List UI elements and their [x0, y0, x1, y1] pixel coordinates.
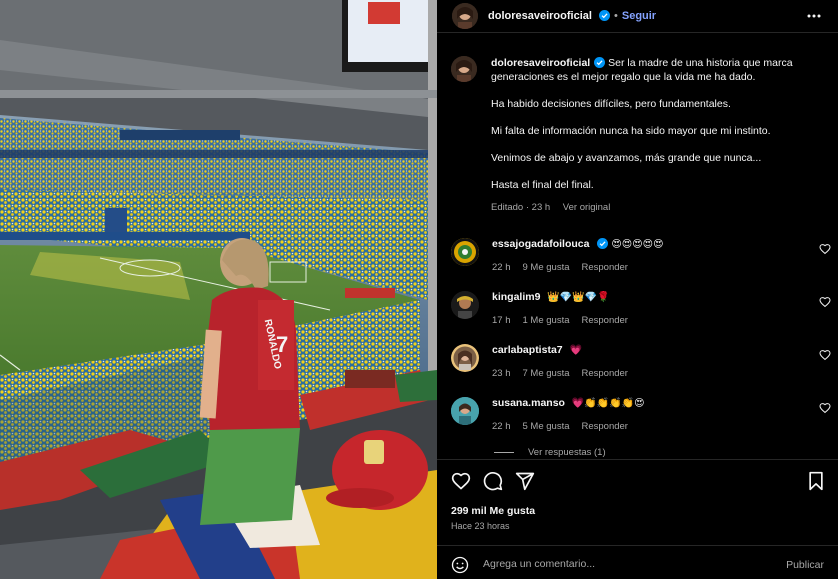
more-icon[interactable]	[806, 8, 822, 24]
caption-line-1: doloresaveirooficial Ser la madre de una…	[491, 56, 821, 84]
comment-body: carlabaptista7 💗 23 h 7 Me gusta Responder	[492, 344, 831, 379]
verified-badge-icon	[597, 238, 609, 249]
heart-outline-icon[interactable]	[819, 296, 831, 308]
comment-username[interactable]: carlabaptista7	[492, 344, 563, 356]
edited-timestamp: Editado · 23 h	[491, 202, 551, 213]
comment-avatar[interactable]	[451, 344, 479, 372]
comment-avatar-image	[451, 344, 479, 372]
comment-username[interactable]: kingalim9	[492, 291, 540, 303]
author-username-text: doloresaveirooficial	[488, 10, 592, 22]
bookmark-icon[interactable]	[806, 471, 826, 491]
comment-text: 👑💎👑💎🌹	[547, 292, 610, 303]
comment-item: susana.manso 💗👏👏👏👏😍 22 h 5 Me gusta Respon…	[451, 397, 831, 432]
caption-username[interactable]: doloresaveirooficial	[491, 57, 590, 69]
reply-button[interactable]: Responder	[582, 421, 628, 432]
author-avatar-image	[452, 3, 478, 29]
caption-avatar-image	[451, 56, 477, 82]
view-replies-button[interactable]: Ver respuestas (1)	[494, 447, 606, 458]
post-photo[interactable]: RONALDO 7	[0, 0, 437, 579]
heart-outline-icon[interactable]	[819, 402, 831, 414]
actions-divider	[437, 459, 838, 460]
emoji-icon[interactable]	[451, 556, 469, 574]
comment-time: 17 h	[492, 315, 511, 326]
caption-line-5: Hasta el final del final.	[491, 179, 594, 191]
author-username[interactable]: doloresaveirooficial	[488, 10, 610, 22]
comment-likes[interactable]: 5 Me gusta	[523, 421, 570, 432]
publish-button[interactable]: Publicar	[786, 559, 824, 571]
post-header: doloresaveirooficial • Seguir	[437, 0, 838, 33]
comment-composer: Publicar	[437, 545, 838, 579]
reply-button[interactable]: Responder	[582, 315, 628, 326]
comment-item: kingalim9 👑💎👑💎🌹 17 h 1 Me gusta Responder	[451, 291, 831, 326]
heart-outline-icon[interactable]	[819, 349, 831, 361]
comment-item: essajogadafoilouca 😍😍😍😍😍 22 h 9 Me gusta R…	[451, 238, 831, 273]
follow-button[interactable]: Seguir	[622, 10, 656, 22]
comment-likes[interactable]: 7 Me gusta	[523, 368, 570, 379]
likes-count[interactable]: 299 mil Me gusta	[451, 505, 535, 517]
comment-body: essajogadafoilouca 😍😍😍😍😍 22 h 9 Me gusta R…	[492, 238, 831, 273]
view-replies-label: Ver respuestas (1)	[528, 447, 606, 458]
comment-avatar[interactable]	[451, 397, 479, 425]
comment-likes[interactable]: 9 Me gusta	[523, 262, 570, 273]
separator-dot: •	[614, 10, 618, 22]
comment-text: 💗👏👏👏👏😍	[571, 398, 645, 409]
verified-badge-icon	[594, 57, 606, 68]
see-original-link[interactable]: Ver original	[563, 202, 611, 213]
post-details-panel: doloresaveirooficial • Seguir doloresave…	[437, 0, 838, 579]
heart-outline-icon[interactable]	[451, 471, 471, 491]
reply-button[interactable]: Responder	[582, 262, 628, 273]
post-timestamp: Hace 23 horas	[451, 521, 510, 531]
caption-line-4: Venimos de abajo y avanzamos, más grande…	[491, 152, 762, 164]
comment-text: 😍😍😍😍😍	[611, 239, 664, 250]
jersey-number: 7	[276, 332, 288, 357]
comment-avatar-image	[451, 238, 479, 266]
share-icon[interactable]	[515, 471, 535, 491]
comment-time: 22 h	[492, 262, 511, 273]
caption-meta: Editado · 23 h Ver original	[491, 201, 821, 215]
comment-username[interactable]: susana.manso	[492, 397, 565, 409]
post-caption: doloresaveirooficial Ser la madre de una…	[451, 56, 826, 215]
caption-body: doloresaveirooficial Ser la madre de una…	[491, 56, 821, 215]
comment-avatar[interactable]	[451, 238, 479, 266]
comment-body: susana.manso 💗👏👏👏👏😍 22 h 5 Me gusta Respon…	[492, 397, 831, 432]
caption-line-3: Mi falta de información nunca ha sido ma…	[491, 125, 771, 137]
comment-likes[interactable]: 1 Me gusta	[523, 315, 570, 326]
comment-time: 22 h	[492, 421, 511, 432]
reply-button[interactable]: Responder	[582, 368, 628, 379]
comment-time: 23 h	[492, 368, 511, 379]
comment-avatar-image	[451, 397, 479, 425]
comment-username[interactable]: essajogadafoilouca	[492, 238, 589, 250]
author-avatar[interactable]	[452, 3, 478, 29]
comment-text: 💗	[569, 345, 582, 356]
comment-body: kingalim9 👑💎👑💎🌹 17 h 1 Me gusta Responder	[492, 291, 831, 326]
comment-input[interactable]	[483, 555, 763, 573]
comment-avatar[interactable]	[451, 291, 479, 319]
heart-outline-icon[interactable]	[819, 243, 831, 255]
comment-icon[interactable]	[483, 471, 503, 491]
stadium-photo: RONALDO 7	[0, 0, 437, 579]
verified-badge-icon	[599, 10, 610, 21]
caption-author-avatar[interactable]	[451, 56, 477, 82]
comment-item: carlabaptista7 💗 23 h 7 Me gusta Responder	[451, 344, 831, 379]
replies-divider	[494, 452, 514, 453]
caption-line-2: Ha habido decisiones difíciles, pero fun…	[491, 98, 731, 110]
comment-avatar-image	[451, 291, 479, 319]
